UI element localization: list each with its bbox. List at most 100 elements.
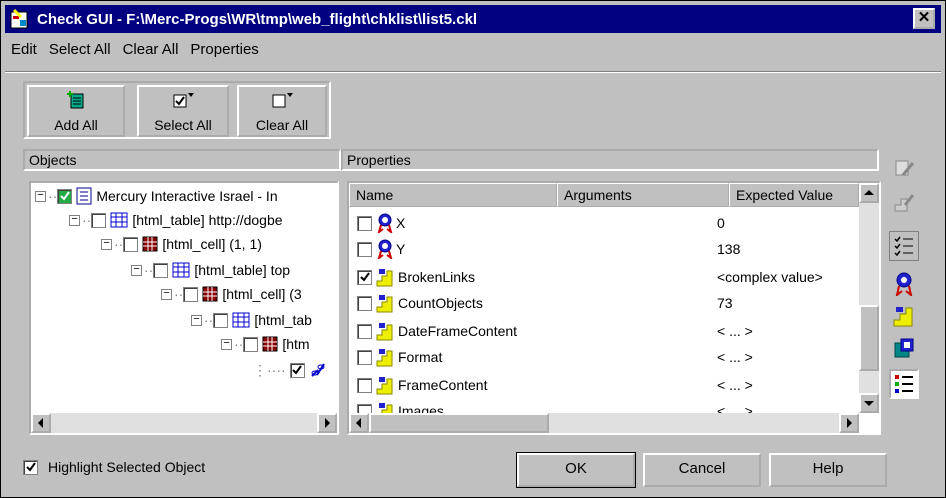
edit-arguments-button[interactable] bbox=[889, 153, 919, 183]
tree-checkbox[interactable] bbox=[183, 286, 199, 302]
menu-clear-all[interactable]: Clear All bbox=[123, 41, 179, 65]
tree-label: [html_tab bbox=[254, 312, 312, 328]
property-checkbox[interactable] bbox=[357, 349, 372, 365]
property-checkbox[interactable] bbox=[357, 241, 372, 257]
collapse-icon[interactable]: − bbox=[221, 338, 232, 350]
checklist-button[interactable] bbox=[889, 231, 919, 261]
link-icon bbox=[310, 363, 325, 377]
menu-edit[interactable]: Edit bbox=[11, 41, 37, 65]
property-name: FrameContent bbox=[398, 377, 488, 393]
property-value: < ... > bbox=[717, 323, 753, 339]
tree-checkbox[interactable] bbox=[91, 212, 107, 228]
ribbon-icon bbox=[895, 272, 913, 296]
column-expected-value[interactable]: Expected Value bbox=[729, 183, 859, 207]
close-button[interactable]: ✕ bbox=[913, 8, 935, 29]
collapse-icon[interactable]: − bbox=[35, 190, 46, 202]
tree-checkbox[interactable] bbox=[57, 188, 73, 204]
add-all-button[interactable]: Add All bbox=[27, 85, 125, 137]
list-icon bbox=[895, 375, 913, 393]
clear-all-button[interactable]: Clear All bbox=[237, 85, 327, 137]
objects-hscrollbar[interactable] bbox=[31, 413, 337, 433]
checkmark-icon bbox=[359, 272, 370, 282]
add-all-label: Add All bbox=[54, 117, 98, 133]
add-all-icon bbox=[67, 91, 84, 109]
scroll-thumb[interactable] bbox=[369, 413, 549, 433]
select-all-label: Select All bbox=[154, 117, 212, 133]
property-row[interactable]: DateFrameContent < ... > bbox=[357, 317, 877, 345]
select-all-button[interactable]: Select All bbox=[137, 85, 229, 137]
tree-node[interactable]: − ·· [html_tab bbox=[191, 309, 312, 331]
nonstandard-properties-button[interactable] bbox=[889, 301, 919, 331]
menu-select-all[interactable]: Select All bbox=[49, 41, 111, 65]
property-value: 0 bbox=[717, 215, 725, 231]
property-value: 73 bbox=[717, 295, 733, 311]
property-row[interactable]: FrameContent < ... > bbox=[357, 371, 877, 399]
help-button[interactable]: Help bbox=[769, 453, 887, 487]
property-row[interactable]: CountObjects 73 bbox=[357, 289, 877, 317]
collapse-icon[interactable]: − bbox=[161, 288, 172, 300]
stairs-icon bbox=[376, 349, 393, 367]
checked-box-icon bbox=[173, 93, 194, 108]
cancel-button[interactable]: Cancel bbox=[643, 453, 761, 487]
property-value: < ... > bbox=[717, 377, 753, 393]
properties-list[interactable]: Name Arguments Expected Value X 0 Y 138 … bbox=[347, 181, 881, 435]
ok-button[interactable]: OK bbox=[516, 452, 636, 488]
menu-properties[interactable]: Properties bbox=[190, 41, 258, 65]
property-checkbox[interactable] bbox=[357, 215, 372, 231]
pencil-list-icon bbox=[895, 160, 915, 176]
property-checkbox[interactable] bbox=[357, 377, 372, 393]
properties-vscrollbar[interactable] bbox=[859, 183, 879, 413]
scroll-left-button[interactable] bbox=[31, 413, 51, 433]
tree-node[interactable]: − ·· [html_cell] (3 bbox=[161, 283, 302, 305]
stairs-icon bbox=[893, 307, 913, 327]
highlight-checkbox[interactable] bbox=[23, 459, 38, 475]
tree-checkbox[interactable] bbox=[243, 336, 259, 352]
tree-node[interactable]: − ·· [html_table] http://dogbe bbox=[69, 209, 283, 231]
arrow-right-icon bbox=[325, 418, 330, 428]
tree-checkbox[interactable] bbox=[123, 236, 139, 252]
tree-checkbox[interactable] bbox=[153, 262, 169, 278]
property-checkbox[interactable] bbox=[357, 323, 372, 339]
property-checkbox[interactable] bbox=[357, 269, 372, 285]
tree-node[interactable]: − ·· [htm bbox=[221, 333, 310, 355]
property-row[interactable]: Y 138 bbox=[357, 235, 877, 263]
standard-properties-button[interactable] bbox=[889, 269, 919, 299]
scroll-up-button[interactable] bbox=[859, 183, 879, 203]
property-checkbox[interactable] bbox=[357, 295, 372, 311]
collapse-icon[interactable]: − bbox=[131, 264, 142, 276]
property-row[interactable]: Format < ... > bbox=[357, 343, 877, 371]
tree-label: [htm bbox=[282, 336, 310, 352]
highlight-label: Highlight Selected Object bbox=[48, 459, 206, 475]
property-value: < ... > bbox=[717, 349, 753, 365]
property-row[interactable]: X 0 bbox=[357, 209, 877, 237]
checkmark-icon bbox=[292, 365, 302, 375]
scroll-down-button[interactable] bbox=[859, 393, 879, 413]
scroll-right-button[interactable] bbox=[317, 413, 337, 433]
tree-checkbox[interactable] bbox=[213, 312, 229, 328]
tree-label: [html_table] top bbox=[194, 262, 291, 278]
tree-node[interactable]: − ·· [html_cell] (1, 1) bbox=[101, 233, 262, 255]
collapse-icon[interactable]: − bbox=[69, 214, 80, 226]
column-name[interactable]: Name bbox=[349, 183, 557, 207]
tree-node[interactable]: − ·· Mercury Interactive Israel - In bbox=[35, 185, 278, 207]
column-arguments[interactable]: Arguments bbox=[557, 183, 729, 207]
properties-hscrollbar[interactable] bbox=[349, 413, 859, 433]
highlight-option[interactable]: Highlight Selected Object bbox=[23, 459, 205, 475]
collapse-icon[interactable]: − bbox=[101, 238, 112, 250]
user-properties-button[interactable] bbox=[889, 333, 919, 363]
all-properties-button[interactable] bbox=[889, 369, 919, 399]
property-value: <complex value> bbox=[717, 269, 823, 285]
scroll-right-button[interactable] bbox=[839, 413, 859, 433]
scroll-left-button[interactable] bbox=[349, 413, 369, 433]
edit-expected-button[interactable] bbox=[889, 187, 919, 217]
cell-icon bbox=[142, 236, 158, 252]
property-row[interactable]: BrokenLinks <complex value> bbox=[357, 263, 877, 291]
scroll-thumb[interactable] bbox=[859, 305, 879, 371]
objects-tree[interactable]: − ·· Mercury Interactive Israel - In − ··… bbox=[29, 181, 339, 435]
property-name: X bbox=[396, 215, 406, 231]
collapse-icon[interactable]: − bbox=[191, 314, 202, 326]
tree-checkbox[interactable] bbox=[289, 362, 305, 378]
tree-node[interactable]: − ·· [html_table] top bbox=[131, 259, 290, 281]
title-bar[interactable]: Check GUI - F:\Merc-Progs\WR\tmp\web_fli… bbox=[5, 5, 941, 33]
tree-node[interactable]: ⋮···· bbox=[253, 359, 327, 381]
